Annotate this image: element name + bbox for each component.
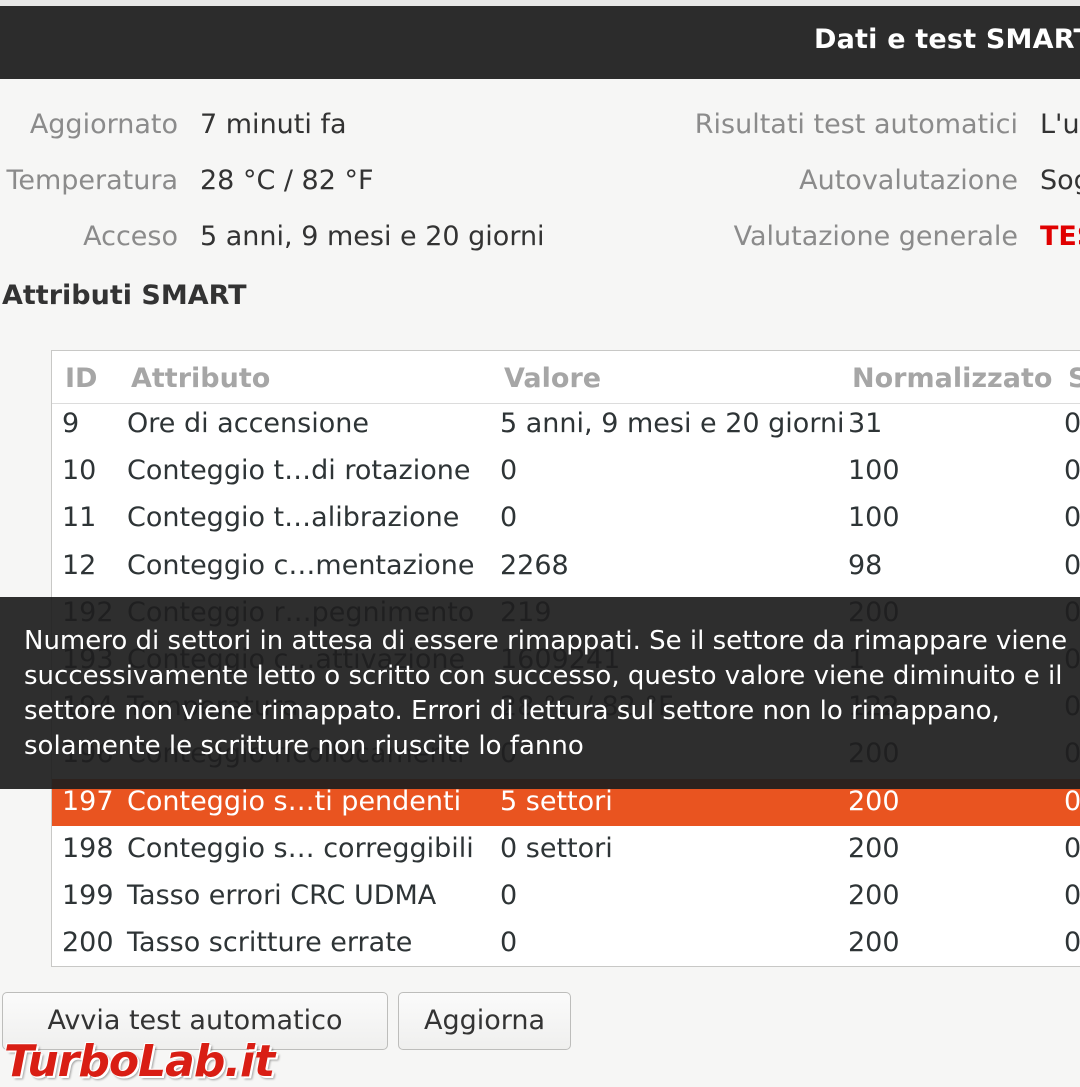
cell-attribute: Conteggio t…di rotazione bbox=[127, 455, 471, 487]
cell-attribute: Tasso errori CRC UDMA bbox=[127, 880, 437, 911]
self-assessment-label: Autovalutazione bbox=[799, 165, 1018, 196]
cell-attribute: Ore di accensione bbox=[127, 408, 369, 439]
cell-normalized: 100 bbox=[848, 502, 900, 534]
cell-s: 0 bbox=[1064, 785, 1080, 817]
cell-value: 0 bbox=[500, 502, 518, 534]
self-assessment-value: Sog bbox=[1040, 165, 1080, 196]
cell-s: 0 bbox=[1064, 832, 1080, 864]
cell-s: 0 bbox=[1064, 880, 1080, 911]
table-row[interactable]: 9 Ore di accensione 5 anni, 9 mesi e 20 gi… bbox=[52, 401, 1080, 448]
cell-attribute: Conteggio t…alibrazione bbox=[127, 502, 460, 534]
dialog-titlebar: Dati e test SMART bbox=[0, 6, 1080, 79]
cell-normalized: 200 bbox=[848, 785, 900, 817]
cell-id: 12 bbox=[62, 549, 97, 581]
cell-value: 0 bbox=[500, 880, 518, 911]
cell-value: 5 anni, 9 mesi e 20 giorni bbox=[500, 408, 845, 439]
self-test-results-label: Risultati test automatici bbox=[694, 109, 1018, 140]
smart-attributes-heading: Attributi SMART bbox=[2, 280, 247, 311]
refresh-button[interactable]: Aggiorna bbox=[398, 992, 571, 1050]
cell-attribute: Conteggio s…ti pendenti bbox=[127, 785, 462, 817]
column-header-attribute[interactable]: Attributo bbox=[131, 363, 270, 394]
cell-id: 199 bbox=[62, 880, 114, 911]
cell-attribute: Conteggio s… correggibili bbox=[127, 832, 474, 864]
cell-value: 5 settori bbox=[500, 785, 613, 817]
table-row[interactable]: 198 Conteggio s… correggibili 0 settori 200… bbox=[52, 826, 1080, 873]
cell-normalized: 200 bbox=[848, 832, 900, 864]
column-header-normalized[interactable]: Normalizzato bbox=[852, 363, 1052, 394]
cell-value: 0 bbox=[500, 455, 518, 487]
column-header-value[interactable]: Valore bbox=[504, 363, 601, 394]
self-test-results-value: L'ul bbox=[1040, 109, 1080, 140]
cell-s: 0 bbox=[1064, 408, 1080, 439]
tooltip-text: Numero di settori in attesa di essere ri… bbox=[24, 626, 1068, 761]
cell-normalized: 200 bbox=[848, 927, 900, 959]
turbolab-watermark-logo: TurboLab.it bbox=[4, 1036, 275, 1087]
table-row[interactable]: 10 Conteggio t…di rotazione 0 100 0 bbox=[52, 448, 1080, 495]
column-header-s[interactable]: S bbox=[1068, 363, 1080, 394]
overall-assessment-label: Valutazione generale bbox=[733, 221, 1018, 252]
cell-attribute: Conteggio c…mentazione bbox=[127, 549, 475, 581]
table-row[interactable]: 12 Conteggio c…mentazione 2268 98 0 bbox=[52, 543, 1080, 590]
cell-s: 0 bbox=[1064, 927, 1080, 959]
cell-normalized: 200 bbox=[848, 880, 900, 911]
cell-value: 2268 bbox=[500, 549, 569, 581]
cell-normalized: 98 bbox=[848, 549, 883, 581]
cell-normalized: 31 bbox=[848, 408, 883, 439]
table-row[interactable]: 200 Tasso scritture errate 0 200 0 bbox=[52, 920, 1080, 966]
cell-attribute: Tasso scritture errate bbox=[127, 927, 413, 959]
cell-id: 11 bbox=[62, 502, 97, 534]
table-header: ID Attributo Valore Normalizzato S bbox=[52, 351, 1080, 404]
cell-normalized: 100 bbox=[848, 455, 900, 487]
dialog-title: Dati e test SMART bbox=[814, 24, 1080, 55]
cell-id: 9 bbox=[62, 408, 80, 439]
cell-s: 0 bbox=[1064, 455, 1080, 487]
cell-s: 0 bbox=[1064, 549, 1080, 581]
overall-assessment-value: TES bbox=[1040, 221, 1080, 252]
cell-value: 0 settori bbox=[500, 832, 613, 864]
cell-id: 10 bbox=[62, 455, 97, 487]
cell-s: 0 bbox=[1064, 502, 1080, 534]
attribute-tooltip: Numero di settori in attesa di essere ri… bbox=[0, 597, 1080, 789]
column-header-id[interactable]: ID bbox=[65, 363, 97, 394]
table-row[interactable]: 199 Tasso errori CRC UDMA 0 200 0 bbox=[52, 873, 1080, 920]
table-row[interactable]: 11 Conteggio t…alibrazione 0 100 0 bbox=[52, 495, 1080, 542]
cell-id: 197 bbox=[62, 785, 114, 817]
cell-value: 0 bbox=[500, 927, 518, 959]
cell-id: 198 bbox=[62, 832, 114, 864]
cell-id: 200 bbox=[62, 927, 114, 959]
